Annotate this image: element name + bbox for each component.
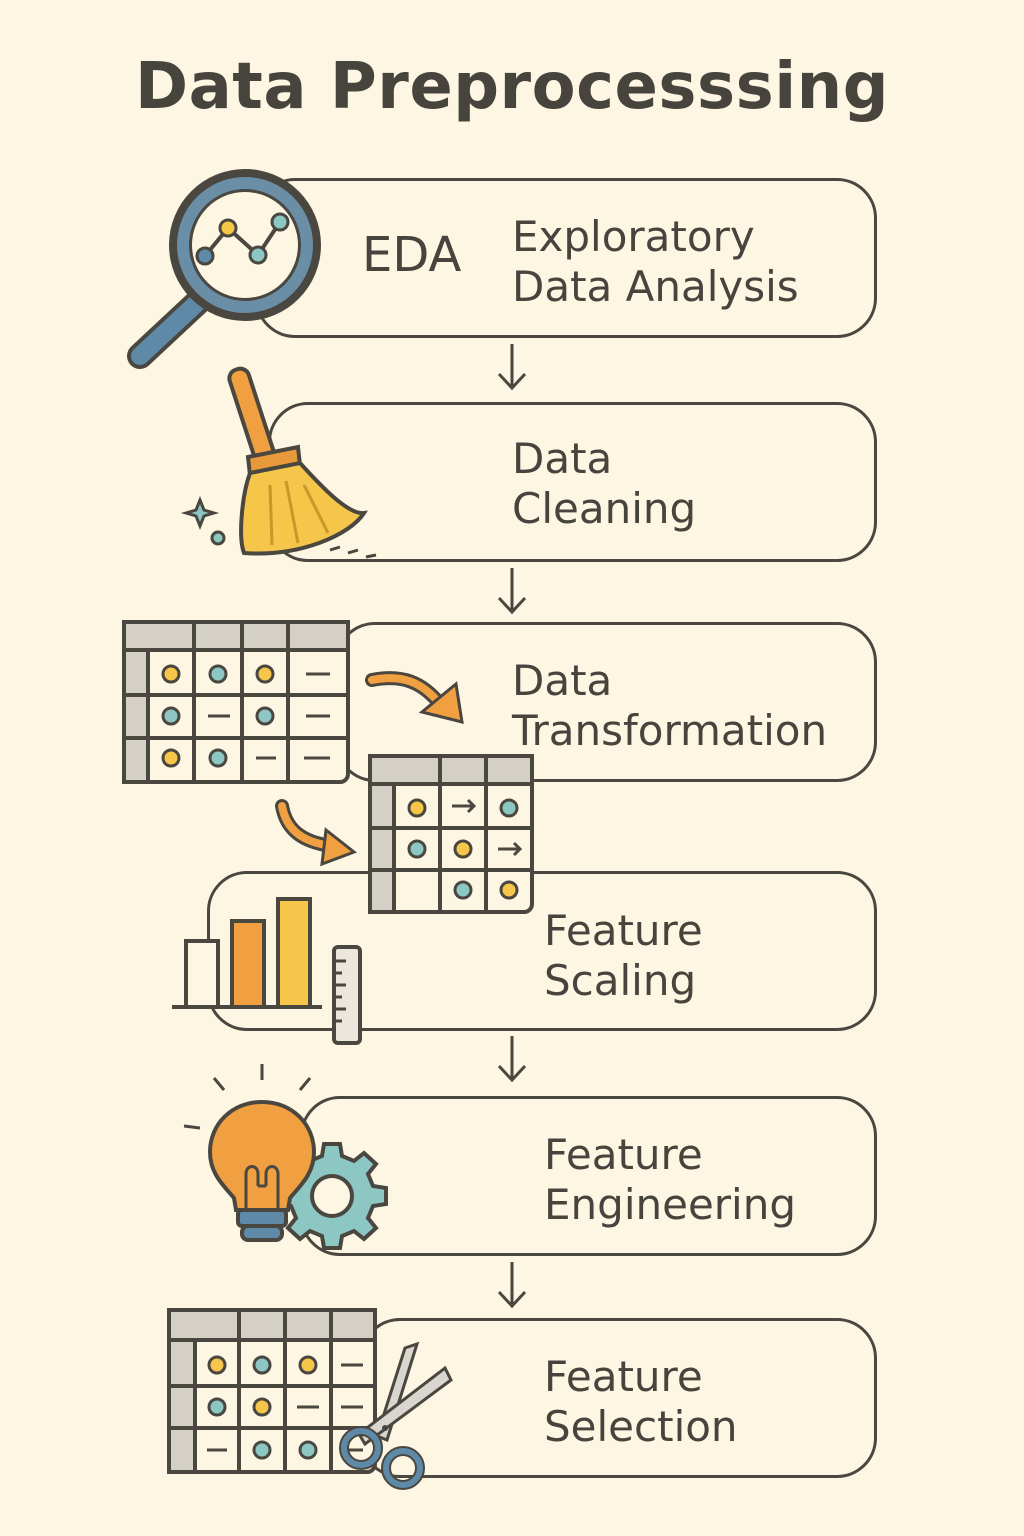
step-label-scaling-line1: Feature: [544, 906, 703, 955]
step-label-engineering-line2: Engineering: [544, 1180, 796, 1229]
step-label-selection-line2: Selection: [544, 1402, 738, 1451]
step-label-eda-line2: Data Analysis: [512, 262, 799, 311]
step-label-cleaning-line1: Data: [512, 434, 613, 483]
step-abbr-eda: EDA: [362, 227, 462, 283]
step-label-selection-line1: Feature: [544, 1352, 703, 1401]
table-transform-icon: [122, 620, 534, 914]
step-label-engineering-line1: Feature: [544, 1130, 703, 1179]
step-label-transformation-line2: Transformation: [512, 706, 828, 755]
step-label-cleaning-line2: Cleaning: [512, 484, 697, 533]
step-label-scaling-line2: Scaling: [544, 956, 697, 1005]
page-title: Data Preprocesssing: [134, 50, 890, 124]
step-label-eda-line1: Exploratory: [512, 212, 755, 261]
table-scissors-icon: [167, 1308, 453, 1490]
broom-icon: [180, 366, 377, 559]
flow-arrow-2: [497, 568, 527, 615]
flow-arrow-3: [497, 1036, 527, 1083]
bar-chart-ruler-icon: [172, 897, 362, 1045]
lightbulb-gear-icon: [183, 1064, 388, 1250]
flow-arrow-4: [497, 1262, 527, 1309]
flow-arrow-1: [497, 344, 527, 391]
magnifier-chart-icon: [127, 169, 321, 369]
